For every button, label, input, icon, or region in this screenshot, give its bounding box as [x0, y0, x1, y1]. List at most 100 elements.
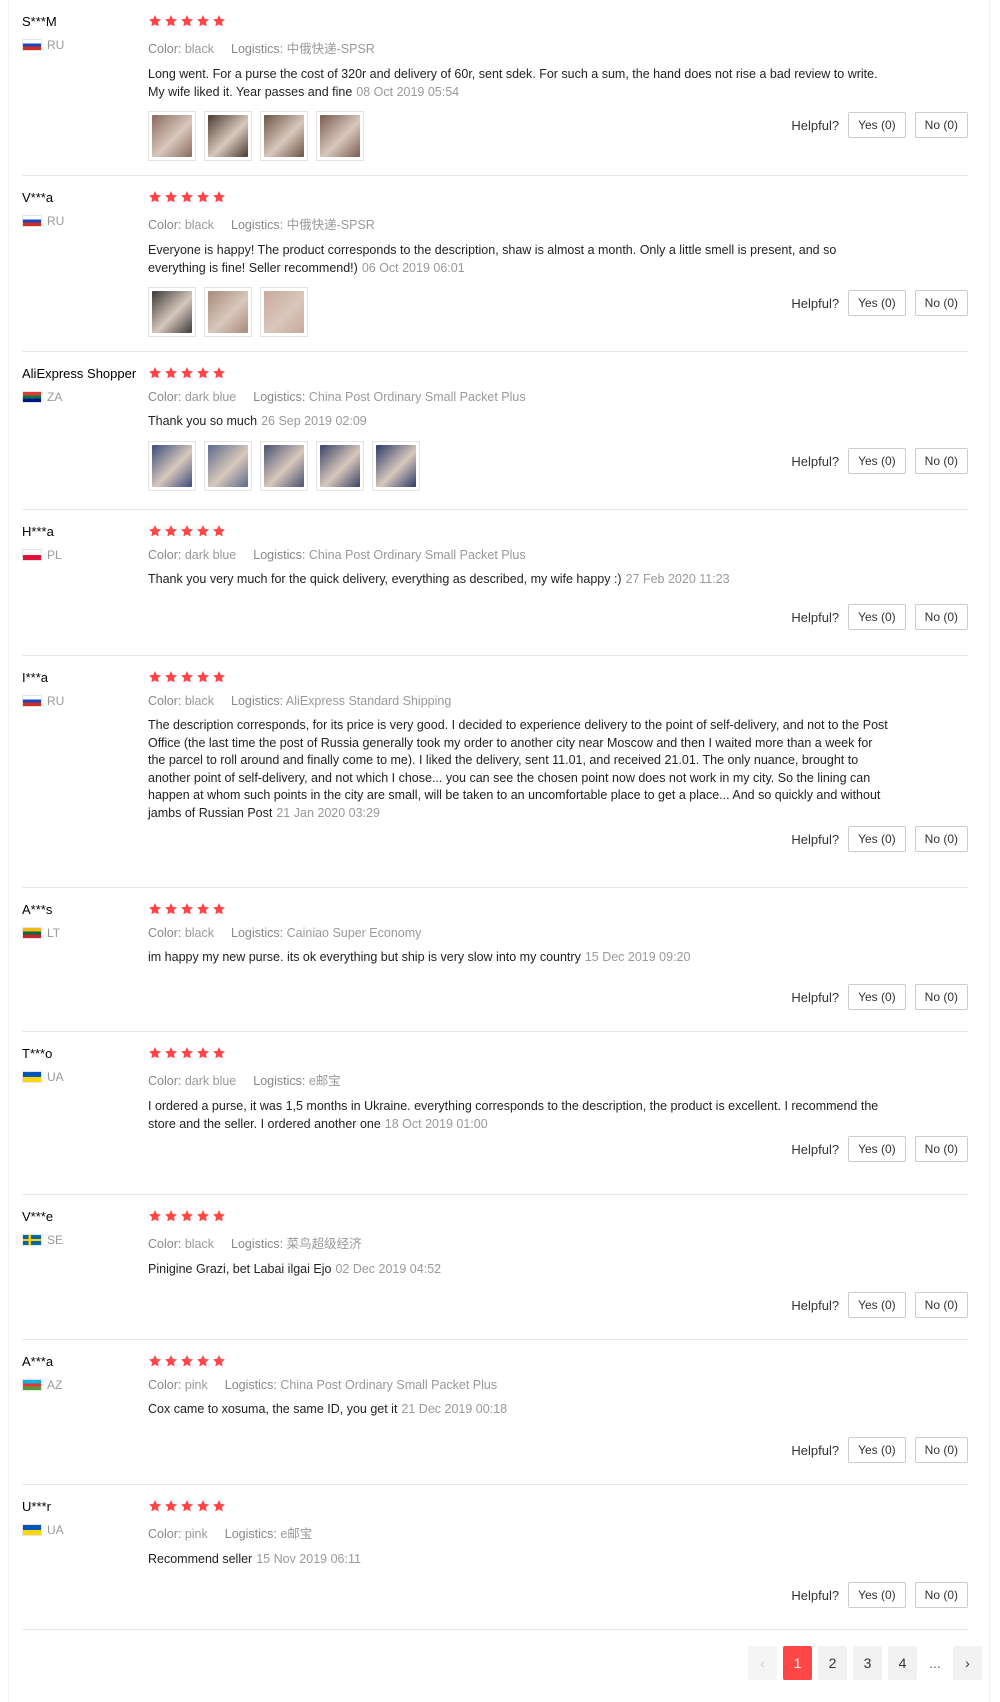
helpful-yes-button[interactable]: Yes (0) [848, 604, 906, 630]
helpful-yes-button[interactable]: Yes (0) [848, 112, 906, 138]
star-rating [148, 366, 888, 382]
country-code: PL [47, 548, 62, 562]
reviewer-name: U***r [22, 1499, 51, 1514]
next-page-button[interactable]: › [953, 1646, 982, 1680]
review-photo-thumbnail[interactable] [316, 440, 364, 491]
helpful-no-button[interactable]: No (0) [914, 448, 968, 474]
star-icon [148, 1354, 162, 1368]
star-icon [148, 902, 162, 916]
logistics-label: Logistics: [231, 926, 284, 940]
helpful-no-button[interactable]: No (0) [914, 604, 968, 630]
helpful-yes-button[interactable]: Yes (0) [848, 1292, 906, 1318]
reviewer: T***o UA [22, 1046, 152, 1084]
color-label: Color: [148, 694, 182, 708]
helpful-yes-button[interactable]: Yes (0) [848, 1437, 906, 1463]
helpful-yes-button[interactable]: Yes (0) [848, 1136, 906, 1162]
review-photo-thumbnail[interactable] [260, 440, 308, 491]
helpful-no-button[interactable]: No (0) [914, 112, 968, 138]
country-code: AZ [47, 1378, 63, 1392]
helpful-no-button[interactable]: No (0) [914, 1136, 968, 1162]
color-value: black [184, 42, 215, 56]
page-button-3[interactable]: 3 [853, 1646, 882, 1680]
country-flag-icon [22, 39, 42, 51]
helpful-yes-button[interactable]: Yes (0) [848, 826, 906, 852]
review-photo-thumbnail[interactable] [260, 287, 308, 337]
page-button-4[interactable]: 4 [888, 1646, 917, 1680]
helpful-label: Helpful? [791, 609, 840, 625]
reviewer-name: T***o [22, 1046, 53, 1061]
star-icon [212, 14, 226, 28]
helpful-yes-button[interactable]: Yes (0) [848, 448, 906, 474]
helpful-no-button[interactable]: No (0) [914, 1582, 968, 1608]
logistics-value: China Post Ordinary Small Packet Plus [308, 390, 526, 404]
helpful-label: Helpful? [791, 1141, 840, 1157]
reviewer: H***a PL [22, 524, 152, 562]
review-photo-thumbnail[interactable] [260, 111, 308, 161]
logistics-value: 中俄快递-SPSR [286, 42, 375, 56]
helpful-yes-button[interactable]: Yes (0) [848, 984, 906, 1010]
review-photo-thumbnail[interactable] [204, 111, 252, 161]
helpful-yes-button[interactable]: Yes (0) [848, 1582, 906, 1608]
helpful-no-button[interactable]: No (0) [914, 1437, 968, 1463]
reviewer-country: AZ [22, 1378, 152, 1392]
star-icon [212, 190, 226, 204]
review-photo-thumbnail[interactable] [204, 287, 252, 337]
review-body: Thank you very much for the quick delive… [148, 572, 622, 586]
reviewer-country: LT [22, 926, 152, 940]
review-item: U***r UA Color: pink Logistics: e邮宝 Recommen… [22, 1485, 968, 1630]
order-info: Color: dark blue Logistics: e邮宝 [148, 1070, 888, 1089]
logistics-label: Logistics: [231, 1237, 284, 1251]
review-photo-thumbnail[interactable] [204, 440, 252, 491]
star-icon [164, 670, 178, 684]
helpful-no-button[interactable]: No (0) [914, 826, 968, 852]
photo-image [376, 444, 416, 487]
star-icon [196, 902, 210, 916]
logistics-value: Cainiao Super Economy [286, 926, 422, 940]
color-value: pink [184, 1527, 208, 1541]
star-icon [196, 366, 210, 380]
review-photo-thumbnail[interactable] [316, 111, 364, 161]
review-date: 27 Feb 2020 11:23 [625, 572, 730, 586]
review-photo-thumbnail[interactable] [148, 111, 196, 161]
review-date: 08 Oct 2019 05:54 [356, 84, 460, 99]
star-rating [148, 190, 888, 206]
prev-page-button[interactable]: ‹ [748, 1646, 777, 1680]
star-icon [196, 1499, 210, 1513]
review-content: Color: black Logistics: 中俄快递-SPSR Everyone… [148, 190, 888, 337]
review-date: 18 Oct 2019 01:00 [384, 1116, 488, 1131]
reviewer: S***M RU [22, 14, 152, 52]
star-icon [164, 1046, 178, 1060]
country-code: RU [47, 38, 65, 52]
review-photo-thumbnail[interactable] [148, 287, 196, 337]
star-icon [180, 1499, 194, 1513]
helpful-no-button[interactable]: No (0) [914, 290, 968, 316]
review-photos [148, 287, 888, 337]
review-date: 21 Dec 2019 00:18 [401, 1402, 508, 1416]
color-label: Color: [148, 390, 182, 404]
star-icon [164, 1209, 178, 1223]
review-text: Everyone is happy! The product correspon… [148, 242, 888, 277]
logistics-label: Logistics: [231, 218, 284, 232]
review-date: 15 Nov 2019 06:11 [256, 1552, 361, 1566]
star-icon [148, 14, 162, 28]
review-photo-thumbnail[interactable] [148, 440, 196, 491]
helpful-yes-button[interactable]: Yes (0) [848, 290, 906, 316]
helpful-no-button[interactable]: No (0) [914, 1292, 968, 1318]
page-button-1[interactable]: 1 [783, 1646, 812, 1680]
country-flag-icon [22, 1524, 42, 1536]
review-photo-thumbnail[interactable] [372, 440, 420, 491]
star-icon [148, 190, 162, 204]
pagination: ‹ 1 2 3 4 ... › [748, 1646, 982, 1680]
page-button-2[interactable]: 2 [818, 1646, 847, 1680]
country-code: RU [47, 694, 65, 708]
color-value: pink [184, 1378, 208, 1392]
reviewer-name: A***a [22, 1354, 54, 1369]
helpful-no-button[interactable]: No (0) [914, 984, 968, 1010]
review-content: Color: dark blue Logistics: China Post Or… [148, 366, 888, 491]
helpful-label: Helpful? [791, 453, 840, 469]
helpful-label: Helpful? [791, 1442, 840, 1458]
review-text: I ordered a purse, it was 1,5 months in … [148, 1098, 888, 1133]
review-body: im happy my new purse. its ok everything… [148, 950, 581, 964]
star-icon [180, 1046, 194, 1060]
star-icon [148, 524, 162, 538]
